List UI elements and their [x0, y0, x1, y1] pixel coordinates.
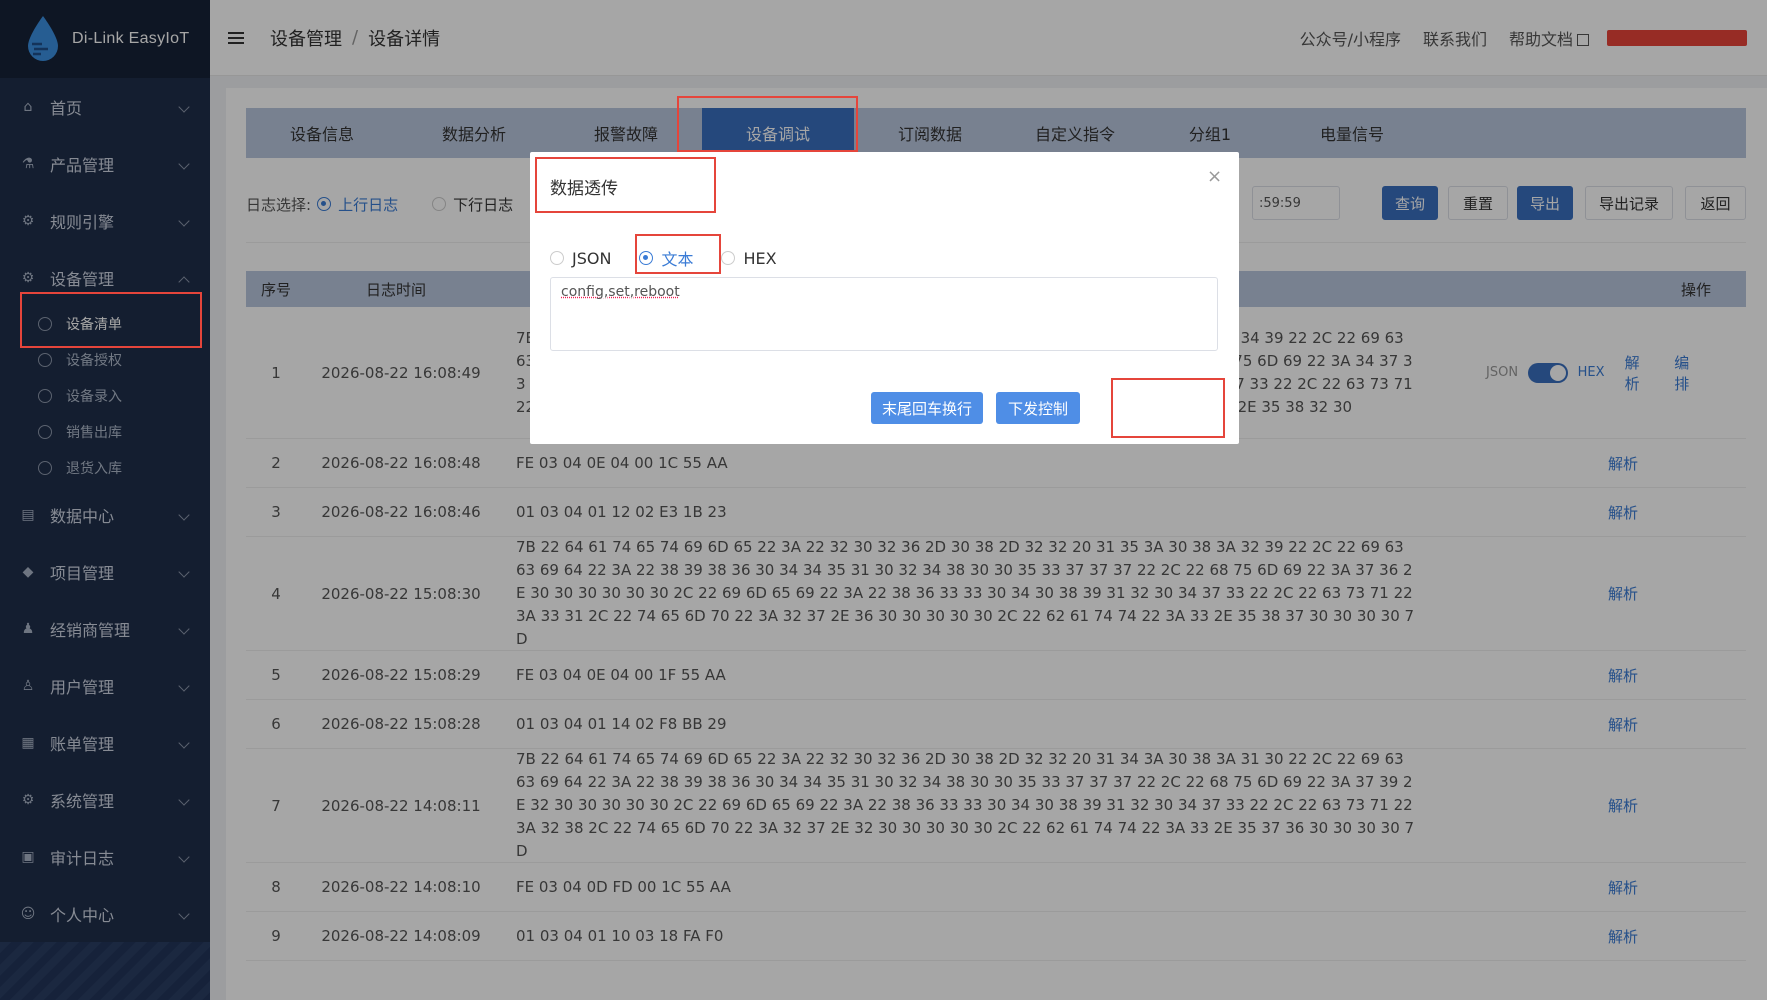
radio-format-text[interactable]: 文本 [639, 246, 693, 270]
radio-format-hex[interactable]: HEX [721, 248, 777, 268]
close-icon[interactable]: × [1207, 168, 1222, 186]
send-control-button[interactable]: 下发控制 [996, 392, 1080, 424]
payload-text: config,set,reboot [561, 284, 680, 300]
radio-format-json-label: JSON [572, 248, 612, 268]
data-passthrough-dialog: 数据透传 × JSON 文本 HEX config,set,reboot 末尾回… [530, 152, 1239, 444]
radio-format-json[interactable]: JSON [550, 249, 611, 268]
dialog-title: 数据透传 [550, 179, 618, 199]
radio-format-text-label: 文本 [661, 250, 694, 269]
format-radio-group: JSON 文本 HEX [550, 246, 805, 270]
radio-format-hex-label: HEX [743, 248, 777, 268]
payload-textarea[interactable]: config,set,reboot [550, 277, 1218, 351]
radio-dot [721, 251, 736, 265]
radio-dot [550, 251, 564, 265]
radio-dot [639, 251, 654, 265]
append-newline-button[interactable]: 末尾回车换行 [871, 392, 983, 424]
modal-overlay[interactable] [0, 0, 1767, 1000]
